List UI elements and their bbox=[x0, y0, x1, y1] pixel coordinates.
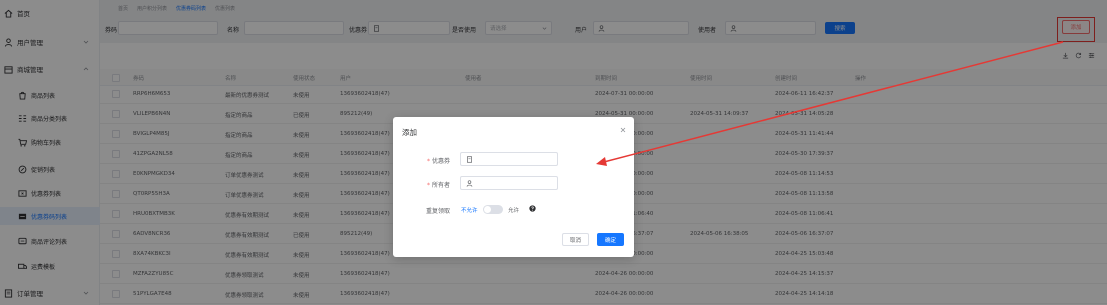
repeat-option-off[interactable]: 不允许 bbox=[461, 206, 478, 214]
dialog-title: 添加 bbox=[402, 128, 417, 137]
user-icon bbox=[466, 179, 473, 187]
coupon-field[interactable] bbox=[460, 152, 558, 166]
repeat-option-on[interactable]: 允许 bbox=[508, 206, 519, 214]
owner-field-label: * 所有者 bbox=[427, 182, 451, 189]
coupon-field-label: * 优惠券 bbox=[427, 158, 451, 165]
coupon-picker-icon bbox=[467, 155, 472, 163]
owner-field[interactable] bbox=[460, 176, 558, 190]
close-icon[interactable] bbox=[620, 127, 626, 133]
repeat-label: 重复领取 bbox=[426, 208, 451, 215]
confirm-button[interactable]: 确定 bbox=[597, 233, 624, 246]
help-icon[interactable] bbox=[529, 205, 536, 212]
toggle-knob bbox=[484, 206, 491, 213]
add-dialog: 添加 * 优惠券 * 所有者 重复领取 不允许 允许 取消 确定 bbox=[393, 117, 634, 257]
repeat-toggle[interactable] bbox=[483, 205, 503, 214]
cancel-button[interactable]: 取消 bbox=[562, 233, 589, 246]
